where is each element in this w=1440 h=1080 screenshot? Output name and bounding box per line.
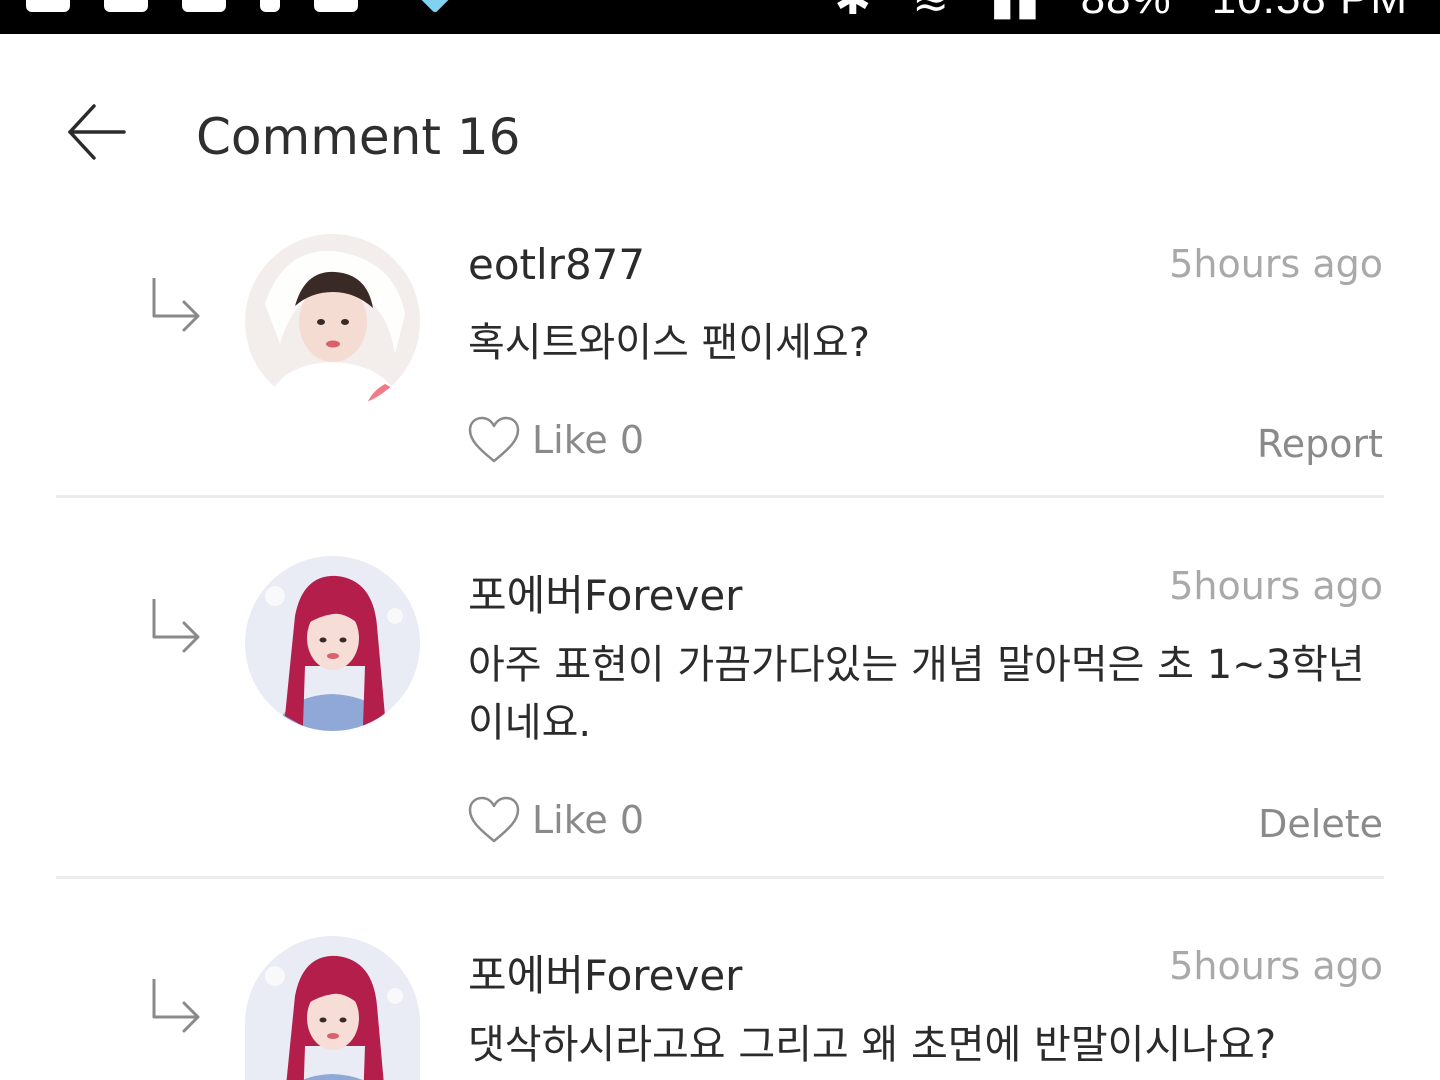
divider (56, 876, 1384, 879)
wifi-icon: ≋ (912, 0, 950, 25)
status-bar: ✱ ≋ ▮▮ 88% 10:58 PM (0, 0, 1440, 34)
status-right: ✱ ≋ ▮▮ 88% 10:58 PM (834, 0, 1408, 25)
comment-username[interactable]: eotlr877 (468, 240, 645, 289)
arrow-left-icon (68, 104, 126, 160)
divider (56, 495, 1384, 498)
comment-text: 혹시트와이스 팬이세요? (468, 320, 870, 366)
comment-timestamp: 5hours ago (1169, 944, 1383, 988)
avatar[interactable] (245, 234, 420, 409)
diamond-icon (416, 0, 454, 14)
comment-username[interactable]: 포에버Forever (468, 562, 742, 623)
avatar[interactable] (245, 936, 420, 1080)
comment-text: 댓삭하시라고요 그리고 왜 초면에 반말이시나요? (468, 1022, 1277, 1068)
reply-arrow-icon (152, 599, 200, 653)
avatar[interactable] (245, 556, 420, 731)
youtube-icon (26, 0, 70, 12)
battery-percent: 88% (1081, 0, 1172, 24)
notification-icons (26, 0, 454, 14)
page-title: Comment 16 (196, 108, 521, 166)
comment-username[interactable]: 포에버Forever (468, 942, 742, 1003)
message-icon (104, 0, 148, 12)
app-icon (314, 0, 358, 12)
report-button[interactable]: Report (1257, 422, 1383, 466)
comment-timestamp: 5hours ago (1169, 564, 1383, 608)
heart-icon (468, 796, 520, 843)
bluetooth-icon: ✱ (834, 0, 872, 25)
like-count: Like 0 (532, 798, 645, 842)
delete-button[interactable]: Delete (1258, 802, 1383, 846)
heart-icon (468, 416, 520, 463)
like-button[interactable]: Like 0 (468, 416, 644, 464)
signal-icon: ▮▮ (990, 0, 1040, 25)
comment-text: 아주 표현이 가끔가다있는 개념 말아먹은 초 1~3학년이네요. (468, 642, 1365, 746)
lock-icon (260, 0, 280, 12)
header: Comment 16 (0, 34, 1440, 224)
clock: 10:58 PM (1212, 0, 1408, 24)
reply-arrow-icon (152, 278, 200, 332)
like-count: Like 0 (532, 418, 645, 462)
mail-icon (182, 0, 226, 12)
reply-arrow-icon (152, 979, 200, 1033)
back-button[interactable] (60, 96, 132, 168)
like-button[interactable]: Like 0 (468, 796, 644, 844)
comment-timestamp: 5hours ago (1169, 242, 1383, 286)
